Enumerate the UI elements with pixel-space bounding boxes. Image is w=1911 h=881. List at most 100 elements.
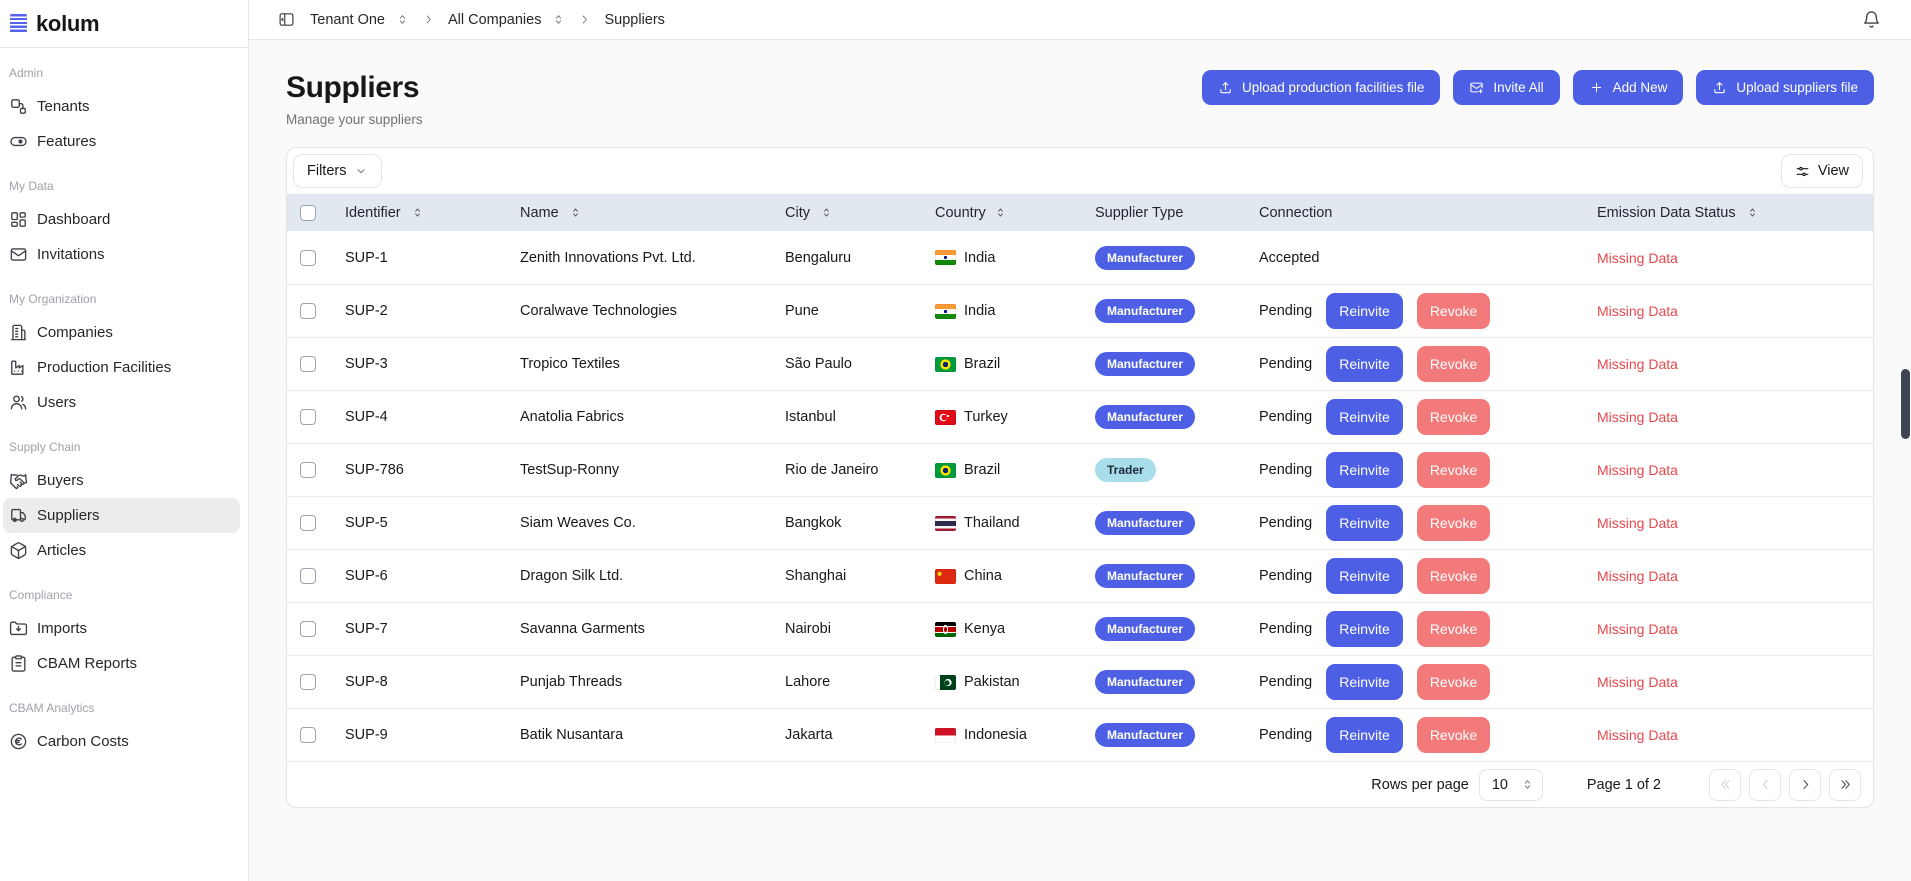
supplier-type-badge: Manufacturer [1095,299,1195,323]
cell-city: Rio de Janeiro [777,444,927,496]
reinvite-button[interactable]: Reinvite [1326,717,1403,753]
reinvite-button[interactable]: Reinvite [1326,611,1403,647]
revoke-button[interactable]: Revoke [1417,452,1490,488]
column-label: Supplier Type [1095,205,1183,221]
country-name: Turkey [964,409,1008,425]
suppliers-table-card: Filters View IdentifierNameCityCountry Su… [286,147,1874,808]
revoke-button[interactable]: Revoke [1417,399,1490,435]
sidebar-item-buyers[interactable]: Buyers [3,463,240,498]
revoke-button[interactable]: Revoke [1417,717,1490,753]
chevron-left-icon [1758,777,1773,792]
sort-icon[interactable] [569,206,582,219]
supplier-type-badge: Manufacturer [1095,511,1195,535]
first-page-button[interactable] [1709,769,1741,801]
breadcrumb-tenant-selector[interactable]: Tenant One [310,12,409,28]
nav-section-label: Supply Chain [3,440,240,454]
cell-supplier-type: Manufacturer [1087,497,1251,549]
last-page-button[interactable] [1829,769,1861,801]
upload-production-facilities-file-button[interactable]: Upload production facilities file [1202,70,1440,105]
revoke-button[interactable]: Revoke [1417,611,1490,647]
connection-status: Pending [1259,303,1312,319]
country-name: China [964,568,1002,584]
page-title-block: Suppliers Manage your suppliers [286,70,423,127]
sort-icon[interactable] [994,206,1007,219]
cell-name: Anatolia Fabrics [513,391,777,443]
sidebar-item-companies[interactable]: Companies [3,315,240,350]
row-checkbox[interactable] [300,515,316,531]
breadcrumb: Tenant One All Companies Suppliers [310,12,665,28]
sidebar-item-production-facilities[interactable]: Production Facilities [3,350,240,385]
chevrons-up-down-icon [396,13,409,26]
table-row: SUP-3Tropico TextilesSão PauloBrazilManu… [287,337,1873,390]
breadcrumb-tenant-label: Tenant One [310,12,385,28]
sidebar-item-tenants[interactable]: Tenants [3,89,240,124]
country-flag-th [935,516,956,531]
sidebar-toggle-button[interactable] [278,11,295,28]
next-page-button[interactable] [1789,769,1821,801]
table-toolbar: Filters View [287,148,1873,194]
reinvite-button[interactable]: Reinvite [1326,452,1403,488]
cell-name: Punjab Threads [513,656,777,708]
column-header-name[interactable]: Name [513,194,777,231]
revoke-button[interactable]: Revoke [1417,664,1490,700]
reinvite-button[interactable]: Reinvite [1326,558,1403,594]
invite-all-button[interactable]: Invite All [1453,70,1559,105]
reinvite-button[interactable]: Reinvite [1326,505,1403,541]
sidebar-item-features[interactable]: Features [3,124,240,159]
rows-per-page-select[interactable]: 10 [1479,769,1543,801]
row-checkbox[interactable] [300,727,316,743]
add-new-button[interactable]: Add New [1573,70,1684,105]
reinvite-button[interactable]: Reinvite [1326,399,1403,435]
row-checkbox[interactable] [300,621,316,637]
sidebar-item-carbon-costs[interactable]: Carbon Costs [3,724,240,759]
prev-page-button[interactable] [1749,769,1781,801]
chevrons-right-icon [1838,777,1853,792]
row-checkbox[interactable] [300,674,316,690]
revoke-button[interactable]: Revoke [1417,505,1490,541]
sidebar-item-suppliers[interactable]: Suppliers [3,498,240,533]
nav-section-cbam-analytics: CBAM AnalyticsCarbon Costs [3,701,240,759]
scrollbar-thumb[interactable] [1901,369,1910,439]
column-header-emission-data-status[interactable]: Emission Data Status [1589,194,1873,231]
emission-data-status: Missing Data [1597,356,1678,372]
column-header-country[interactable]: Country [927,194,1087,231]
sidebar-item-cbam-reports[interactable]: CBAM Reports [3,646,240,681]
sort-icon[interactable] [1746,206,1759,219]
notifications-button[interactable] [1862,10,1881,29]
reinvite-button[interactable]: Reinvite [1326,346,1403,382]
sidebar-item-label: Imports [37,620,87,637]
row-checkbox[interactable] [300,250,316,266]
select-all-checkbox[interactable] [300,205,316,221]
page-title: Suppliers [286,70,423,106]
revoke-button[interactable]: Revoke [1417,558,1490,594]
column-header-identifier[interactable]: Identifier [335,194,513,231]
cell-connection: PendingReinviteRevoke [1251,656,1589,708]
reinvite-button[interactable]: Reinvite [1326,664,1403,700]
sidebar-item-imports[interactable]: Imports [3,611,240,646]
table-row: SUP-7Savanna GarmentsNairobiKenyaManufac… [287,602,1873,655]
sidebar-item-dashboard[interactable]: Dashboard [3,202,240,237]
row-checkbox[interactable] [300,303,316,319]
reinvite-button[interactable]: Reinvite [1326,293,1403,329]
revoke-button[interactable]: Revoke [1417,293,1490,329]
cell-country: Indonesia [927,709,1087,761]
column-header-city[interactable]: City [777,194,927,231]
row-checkbox[interactable] [300,356,316,372]
cell-city: Istanbul [777,391,927,443]
sidebar-item-users[interactable]: Users [3,385,240,420]
row-checkbox[interactable] [300,568,316,584]
upload-suppliers-file-button[interactable]: Upload suppliers file [1696,70,1874,105]
row-checkbox[interactable] [300,462,316,478]
breadcrumb-company-selector[interactable]: All Companies [448,12,566,28]
filters-button[interactable]: Filters [293,154,382,188]
sidebar-item-invitations[interactable]: Invitations [3,237,240,272]
sort-icon[interactable] [820,206,833,219]
sort-icon[interactable] [411,206,424,219]
view-button[interactable]: View [1781,154,1863,188]
nav-section-my-data: My DataDashboardInvitations [3,179,240,272]
cell-identifier: SUP-2 [335,285,513,337]
row-checkbox[interactable] [300,409,316,425]
cell-supplier-type: Trader [1087,444,1251,496]
sidebar-item-articles[interactable]: Articles [3,533,240,568]
revoke-button[interactable]: Revoke [1417,346,1490,382]
